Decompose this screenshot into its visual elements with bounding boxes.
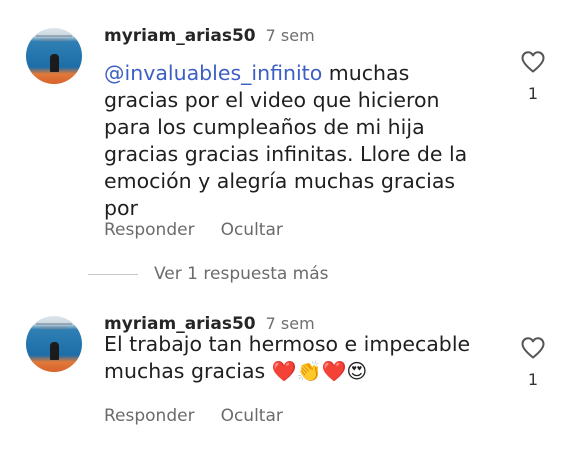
view-more-replies[interactable]: Ver 1 respuesta más [88,264,329,284]
like-count: 1 [527,84,539,103]
heart-outline-icon[interactable] [516,336,550,360]
comment-text: @invaluables_infinito muchas gracias por… [104,60,484,222]
emoji-group: ❤️👏❤️😍 [271,359,368,383]
avatar[interactable] [26,316,82,372]
hide-button[interactable]: Ocultar [221,406,283,426]
view-more-replies-label[interactable]: Ver 1 respuesta más [154,264,329,284]
reply-button[interactable]: Responder [104,406,195,426]
avatar-text-line [40,327,68,329]
avatar-text-line [36,323,72,325]
reply-button[interactable]: Responder [104,220,195,240]
comment-header: myriam_arias50 7 sem [104,26,315,46]
like-control: 1 [516,336,550,389]
like-count: 1 [527,370,539,389]
avatar-figure [50,54,59,72]
divider-line [88,273,138,275]
heart-outline-icon[interactable] [516,50,550,74]
avatar-figure [50,342,59,360]
avatar[interactable] [26,28,82,84]
avatar-text-line [40,39,68,41]
avatar-text-line [36,35,72,37]
comment-text: El trabajo tan hermoso e impecable mucha… [104,331,484,385]
username[interactable]: myriam_arias50 [104,26,256,46]
timestamp: 7 sem [265,26,315,45]
hide-button[interactable]: Ocultar [221,220,283,240]
comment-actions: Responder Ocultar [104,406,283,426]
mention-link[interactable]: @invaluables_infinito [104,61,322,85]
like-control: 1 [516,50,550,103]
comment-actions: Responder Ocultar [104,220,283,240]
